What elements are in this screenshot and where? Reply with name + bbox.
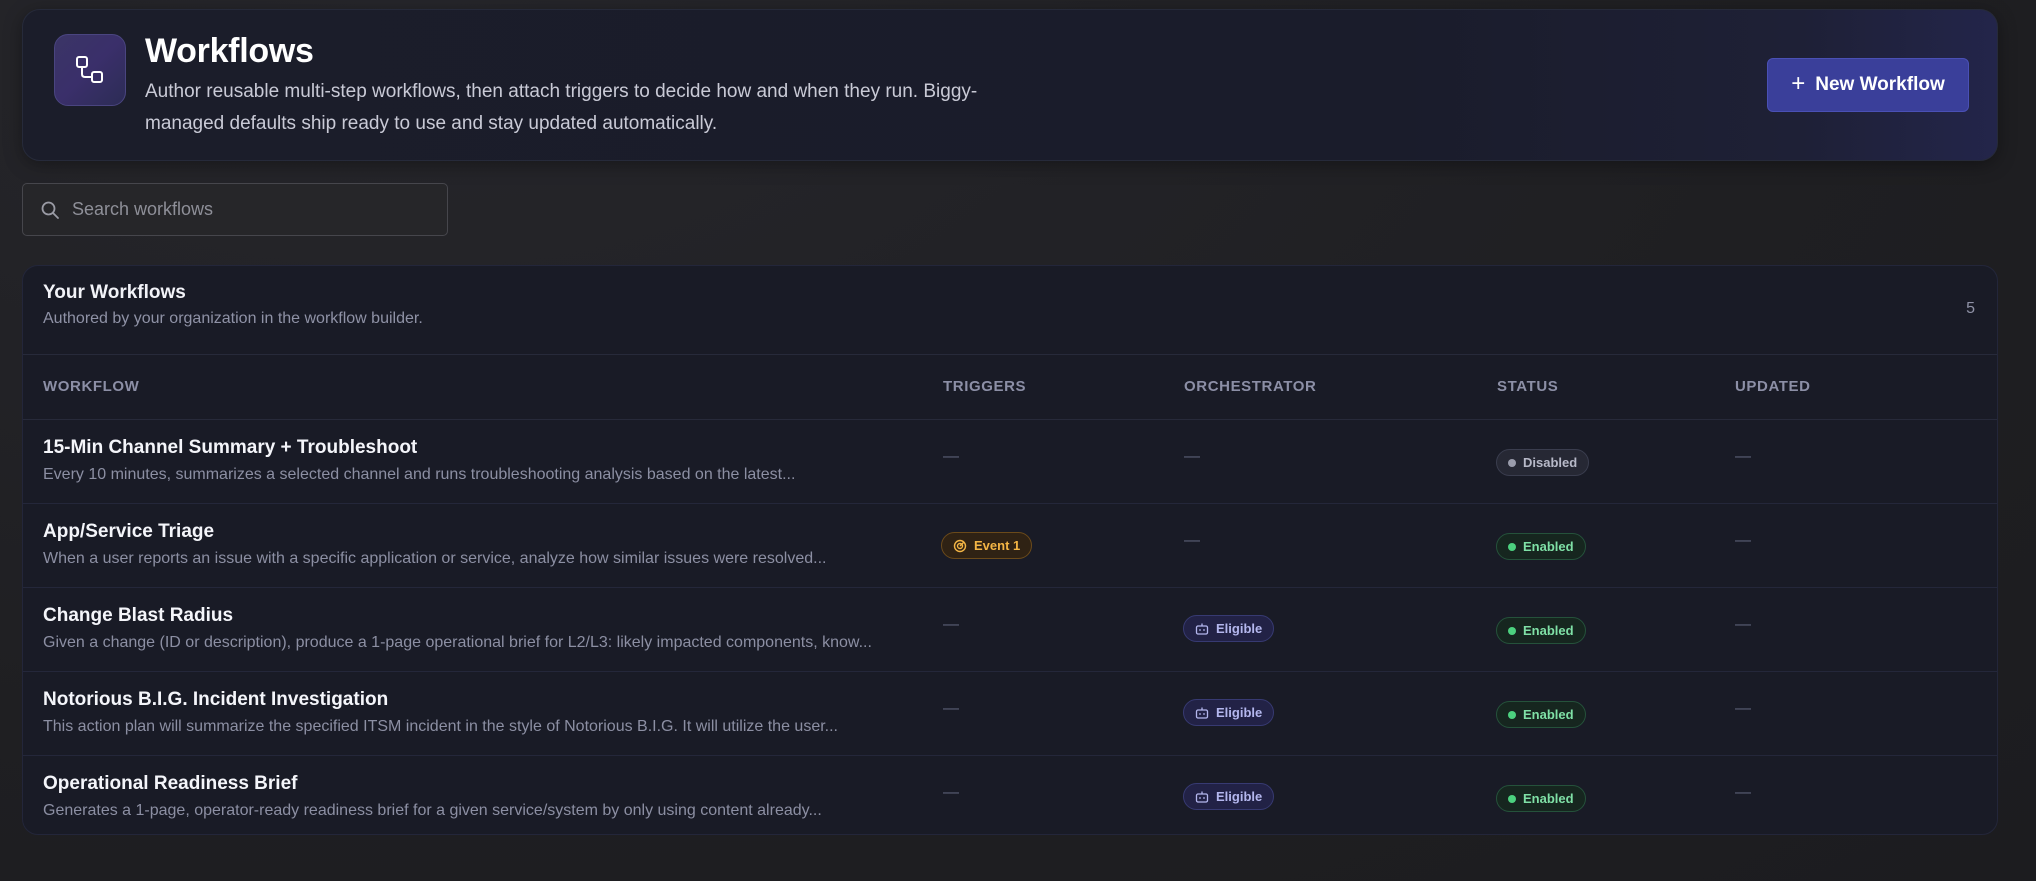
status-dot-icon: [1508, 794, 1516, 803]
page-title: Workflows: [145, 32, 314, 70]
page-subtitle: Author reusable multi-step workflows, th…: [145, 81, 978, 134]
status-label: Enabled: [1523, 623, 1574, 638]
table-row[interactable]: 15-Min Channel Summary + Troubleshoot Ev…: [23, 420, 1997, 504]
updated-value: —: [1735, 532, 1751, 549]
section-header: Your Workflows Authored by your organiza…: [23, 266, 1997, 355]
workflow-description: This action plan will summarize the spec…: [43, 718, 838, 735]
status-dot-icon: [1508, 542, 1516, 551]
workflow-icon: [54, 34, 126, 106]
orchestrator-badge: Eligible: [1183, 699, 1275, 726]
orchestrator-badge: Eligible: [1183, 783, 1275, 810]
workflow-name[interactable]: Change Blast Radius: [43, 605, 233, 627]
workflow-name[interactable]: App/Service Triage: [43, 521, 214, 543]
updated-value: —: [1735, 616, 1751, 633]
column-triggers[interactable]: TRIGGERS: [943, 378, 1026, 395]
orchestrator-badge: Eligible: [1183, 615, 1275, 642]
orchestrator-label: Eligible: [1216, 789, 1263, 804]
robot-icon: [1195, 791, 1209, 803]
search-input[interactable]: [72, 199, 432, 220]
page-header: Workflows Author reusable multi-step wor…: [22, 9, 1998, 161]
triggers-empty: —: [943, 448, 959, 465]
table-row[interactable]: Operational Readiness Brief Generates a …: [23, 756, 1997, 834]
status-badge: Enabled: [1496, 533, 1586, 560]
status-badge: Disabled: [1496, 449, 1590, 476]
status-dot-icon: [1508, 626, 1516, 635]
table-row[interactable]: Notorious B.I.G. Incident Investigation …: [23, 672, 1997, 756]
status-dot-icon: [1508, 458, 1516, 467]
workflow-name[interactable]: Operational Readiness Brief: [43, 773, 297, 795]
status-dot-icon: [1508, 710, 1516, 719]
robot-icon: [1195, 623, 1209, 635]
table-header: WORKFLOW TRIGGERS ORCHESTRATOR STATUS UP…: [23, 355, 1997, 420]
triggers-empty: —: [943, 784, 959, 801]
status-label: Enabled: [1523, 707, 1574, 722]
section-description: Authored by your organization in the wor…: [43, 310, 423, 327]
column-status[interactable]: STATUS: [1497, 378, 1558, 395]
orchestrator-empty: —: [1184, 532, 1200, 549]
workflow-description: Every 10 minutes, summarizes a selected …: [43, 466, 796, 483]
status-label: Enabled: [1523, 791, 1574, 806]
workflow-name[interactable]: Notorious B.I.G. Incident Investigation: [43, 689, 388, 711]
updated-value: —: [1735, 784, 1751, 801]
status-badge: Enabled: [1496, 785, 1586, 812]
orchestrator-label: Eligible: [1216, 621, 1263, 636]
status-label: Enabled: [1523, 539, 1574, 554]
triggers-empty: —: [943, 700, 959, 717]
table-row[interactable]: Change Blast Radius Given a change (ID o…: [23, 588, 1997, 672]
new-workflow-label: New Workflow: [1815, 74, 1945, 95]
workflow-count: 5: [1966, 300, 1975, 317]
column-updated[interactable]: UPDATED: [1735, 378, 1811, 395]
orchestrator-empty: —: [1184, 448, 1200, 465]
status-badge: Enabled: [1496, 617, 1586, 644]
workflow-name[interactable]: 15-Min Channel Summary + Troubleshoot: [43, 437, 417, 459]
triggers-empty: —: [943, 616, 959, 633]
updated-value: —: [1735, 448, 1751, 465]
plus-icon: +: [1791, 70, 1806, 97]
event-trigger-icon: [953, 539, 967, 552]
search-icon: [41, 201, 59, 219]
status-label: Disabled: [1523, 455, 1578, 470]
search-box[interactable]: [22, 183, 448, 236]
workflows-table: Your Workflows Authored by your organiza…: [22, 265, 1998, 835]
section-title: Your Workflows: [43, 282, 186, 303]
column-orchestrator[interactable]: ORCHESTRATOR: [1184, 378, 1316, 395]
workflow-description: Generates a 1-page, operator-ready readi…: [43, 802, 822, 819]
trigger-label: Event 1: [974, 538, 1021, 553]
new-workflow-button[interactable]: + New Workflow: [1767, 58, 1969, 112]
table-row[interactable]: App/Service Triage When a user reports a…: [23, 504, 1997, 588]
workflow-description: Given a change (ID or description), prod…: [43, 634, 872, 651]
workflow-description: When a user reports an issue with a spec…: [43, 550, 827, 567]
updated-value: —: [1735, 700, 1751, 717]
orchestrator-label: Eligible: [1216, 705, 1263, 720]
trigger-badge[interactable]: Event 1: [941, 532, 1033, 559]
robot-icon: [1195, 707, 1209, 719]
status-badge: Enabled: [1496, 701, 1586, 728]
column-workflow[interactable]: WORKFLOW: [43, 378, 139, 395]
